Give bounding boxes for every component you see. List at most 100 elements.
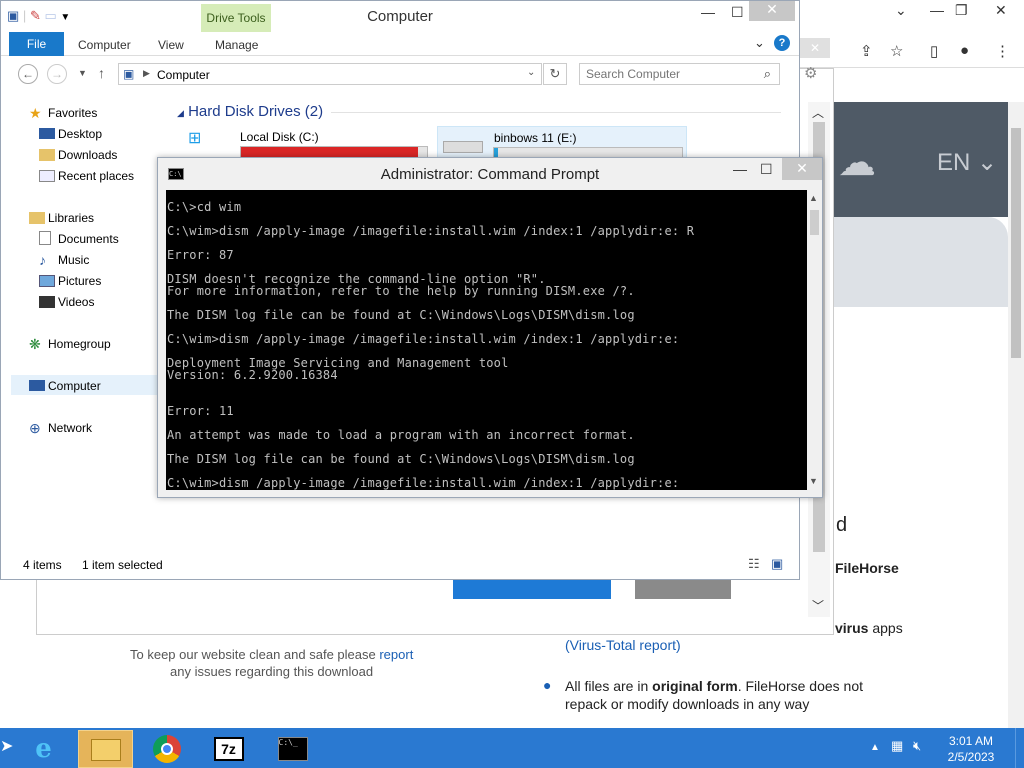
console-line: The DISM log file can be found at C:\Win… <box>167 308 635 322</box>
browser-scrollbar[interactable] <box>1008 102 1024 728</box>
report-text-line2: any issues regarding this download <box>170 664 374 679</box>
network-icon: ⊕ <box>29 420 41 436</box>
search-box: ⌕ <box>579 63 780 85</box>
tab-list-icon[interactable]: ⌄ <box>895 2 907 19</box>
console-line: An attempt was made to load a program wi… <box>167 428 635 442</box>
ie-icon: e <box>35 734 52 764</box>
up-icon[interactable]: ↑ <box>98 65 105 81</box>
drive-e-label: binbows 11 (E:) <box>494 131 577 145</box>
profile-icon[interactable]: ● <box>960 42 969 59</box>
taskbar-file-explorer[interactable] <box>78 730 133 768</box>
cmd-scrollbar[interactable]: ▲ ▼ <box>807 190 822 490</box>
tab-file[interactable]: File <box>9 32 64 56</box>
address-dropdown-icon[interactable]: ⌄ <box>527 67 535 78</box>
homegroup-icon: ❋ <box>29 336 41 352</box>
address-input[interactable]: ▣ ▶ Computer ⌄ <box>118 63 542 85</box>
no-thanks-button[interactable] <box>635 577 731 599</box>
console-line: C:\wim>dism /apply-image /imagefile:inst… <box>167 332 680 346</box>
command-prompt-window: C:\ Administrator: Command Prompt — ☐ ✕ … <box>157 157 823 498</box>
maximize-icon[interactable]: ☐ <box>760 161 773 178</box>
download-button[interactable] <box>453 577 611 599</box>
minimize-icon[interactable]: — <box>733 161 747 177</box>
report-link[interactable]: report <box>379 647 413 662</box>
pictures-icon <box>39 275 55 287</box>
show-hidden-icons-icon[interactable]: ▲ <box>870 742 880 753</box>
close-icon[interactable]: ✕ <box>995 2 1007 19</box>
explorer-title: Computer <box>367 8 433 25</box>
scroll-up-icon[interactable]: ▲ <box>809 193 818 203</box>
recent-places-icon <box>39 170 55 182</box>
breadcrumb-computer[interactable]: Computer <box>157 68 210 82</box>
tab-manage[interactable]: Manage <box>215 38 258 52</box>
tab-view[interactable]: View <box>158 38 184 52</box>
documents-icon <box>39 231 51 245</box>
drive-e-icon <box>443 141 483 153</box>
details-view-icon[interactable]: ☷ <box>748 556 760 572</box>
restore-icon[interactable]: ❐ <box>955 2 968 19</box>
navigation-pane: ★ Favorites Desktop Downloads Recent pla… <box>1 96 166 546</box>
large-icons-view-icon[interactable]: ▣ <box>771 556 783 572</box>
cmd-console[interactable]: C:\>cd wim C:\wim>dism /apply-image /ima… <box>166 190 807 490</box>
libraries-icon <box>29 212 45 224</box>
volume-muted-icon[interactable]: 🔇︎ <box>913 738 921 754</box>
ribbon-tabs: File Computer View Manage ⌄ ? <box>1 32 799 56</box>
dialog-close-icon[interactable]: ✕ <box>800 38 830 58</box>
group-header[interactable]: ◢ Hard Disk Drives (2) <box>177 103 323 120</box>
cloud-icon: ☁ <box>838 142 876 184</box>
help-icon[interactable]: ? <box>774 35 790 51</box>
language-selector[interactable]: EN ⌄ <box>937 148 997 177</box>
downloads-icon <box>39 149 55 161</box>
bookmark-star-icon[interactable]: ☆ <box>890 42 903 60</box>
settings-gear-icon[interactable]: ⚙ <box>804 64 817 82</box>
taskbar-cmd[interactable]: C:\_ <box>265 730 320 768</box>
report-text: To keep our website clean and safe pleas… <box>130 647 414 662</box>
system-clock[interactable]: 3:01 AM 2/5/2023 <box>936 733 1006 765</box>
search-icon[interactable]: ⌕ <box>764 66 771 82</box>
refresh-button[interactable]: ↻ <box>543 63 567 85</box>
cmd-scroll-thumb[interactable] <box>810 210 819 235</box>
taskbar-ie[interactable]: e <box>16 730 71 768</box>
explorer-titlebar: ▣ | ✎ ▭ ▼ Drive Tools Computer — ☐ ✕ <box>1 1 799 33</box>
mouse-cursor-icon: ➤ <box>0 738 14 755</box>
computer-icon <box>29 380 45 391</box>
back-button[interactable]: ← <box>18 64 38 84</box>
forward-button[interactable]: → <box>47 64 67 84</box>
status-item-count: 4 items <box>23 558 62 572</box>
cmd-title: Administrator: Command Prompt <box>380 166 600 183</box>
share-icon[interactable]: ⇪ <box>860 42 873 60</box>
minimize-icon[interactable]: — <box>930 2 944 18</box>
taskbar: ➤ e 7z C:\_ ▲ ▦ 🔇︎ 3:01 AM 2/5/2023 <box>0 728 1024 768</box>
search-input[interactable] <box>586 65 756 83</box>
recent-locations-icon[interactable]: ▼ <box>78 68 87 78</box>
console-line: C:\wim>dism /apply-image /imagefile:inst… <box>167 476 680 490</box>
scroll-down-icon[interactable]: ▼ <box>809 476 818 486</box>
status-selected-count: 1 item selected <box>82 558 163 572</box>
menu-dots-icon[interactable]: ⋮ <box>995 42 1010 60</box>
chrome-icon <box>152 735 181 763</box>
desktop-icon <box>39 128 55 139</box>
maximize-icon[interactable]: ☐ <box>731 4 744 21</box>
clock-time: 3:01 AM <box>948 734 994 748</box>
virus-total-link[interactable]: (Virus-Total report) <box>565 637 681 653</box>
close-icon[interactable]: ✕ <box>749 1 795 21</box>
virus-fragment: virus apps <box>835 620 903 636</box>
tab-computer[interactable]: Computer <box>78 38 131 52</box>
console-line: C:\>cd wim <box>167 200 242 214</box>
ribbon-expand-icon[interactable]: ⌄ <box>754 35 765 51</box>
music-icon: ♪ <box>39 252 46 268</box>
7zip-icon: 7z <box>213 737 244 761</box>
taskbar-7zip[interactable]: 7z <box>201 730 256 768</box>
breadcrumb-chevron-icon[interactable]: ▶ <box>143 68 150 79</box>
close-icon[interactable]: ✕ <box>782 158 822 180</box>
taskbar-chrome[interactable] <box>139 730 194 768</box>
show-desktop-button[interactable] <box>1015 728 1024 768</box>
side-panel-icon[interactable]: ▯ <box>930 42 938 60</box>
windows-logo-icon: ⊞ <box>188 130 202 147</box>
network-tray-icon[interactable]: ▦ <box>891 738 903 754</box>
console-line: C:\wim>dism /apply-image /imagefile:inst… <box>167 224 695 238</box>
section-heading-fragment: d <box>836 514 848 536</box>
minimize-icon[interactable]: — <box>701 4 715 20</box>
hero-panel <box>834 217 1008 307</box>
address-bar-row: ← → ▼ ↑ ▣ ▶ Computer ⌄ ↻ ⌕ <box>1 59 799 89</box>
bullet-dot: ● <box>543 677 552 693</box>
